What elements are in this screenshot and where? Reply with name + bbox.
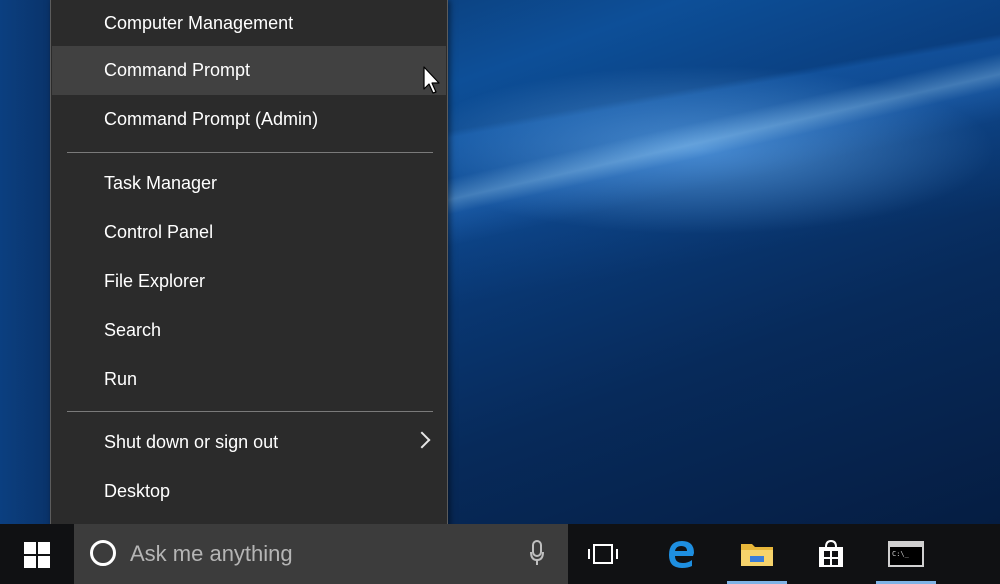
menu-item-label: Command Prompt (Admin) — [104, 109, 319, 129]
edge-icon — [669, 541, 694, 568]
mouse-cursor-icon — [423, 66, 440, 94]
menu-item-label: Search — [104, 320, 162, 340]
command-prompt-button[interactable]: C:\_ — [870, 524, 942, 584]
taskbar: Ask me anything C:\_ — [0, 524, 1000, 584]
menu-separator — [67, 411, 433, 412]
menu-item-command-prompt-admin[interactable]: Command Prompt (Admin) — [52, 95, 446, 144]
windows-logo-icon — [24, 542, 50, 568]
menu-item-label: Command Prompt — [104, 60, 251, 80]
chevron-right-icon — [413, 431, 431, 449]
menu-item-label: Run — [104, 369, 138, 389]
file-explorer-icon — [741, 544, 773, 566]
menu-item-search[interactable]: Search — [52, 306, 446, 355]
task-view-button[interactable] — [567, 524, 639, 584]
desktop-light-beam — [430, 17, 1000, 263]
menu-item-label: Desktop — [104, 481, 171, 501]
edge-button[interactable] — [645, 524, 717, 584]
menu-item-task-manager[interactable]: Task Manager — [52, 159, 446, 208]
file-explorer-button[interactable] — [721, 524, 793, 584]
store-icon — [819, 539, 843, 567]
menu-item-computer-management[interactable]: Computer Management — [52, 0, 446, 48]
menu-item-command-prompt[interactable]: Command Prompt — [52, 46, 446, 95]
search-placeholder: Ask me anything — [130, 541, 293, 566]
menu-item-run[interactable]: Run — [52, 355, 446, 404]
menu-item-label: Computer Management — [104, 13, 294, 33]
menu-item-shut-down-sign-out[interactable]: Shut down or sign out — [52, 418, 446, 467]
menu-item-file-explorer[interactable]: File Explorer — [52, 257, 446, 306]
menu-item-label: Task Manager — [104, 173, 218, 193]
menu-item-label: Control Panel — [104, 222, 214, 242]
svg-text:C:\_: C:\_ — [892, 550, 910, 558]
menu-item-label: File Explorer — [104, 271, 206, 291]
menu-item-control-panel[interactable]: Control Panel — [52, 208, 446, 257]
power-user-menu: Computer Management Command Prompt Comma… — [50, 0, 448, 526]
microphone-icon[interactable] — [530, 540, 544, 566]
menu-separator — [67, 152, 433, 153]
command-prompt-icon: C:\_ — [888, 541, 924, 567]
start-button[interactable] — [0, 524, 74, 584]
menu-item-desktop[interactable]: Desktop — [52, 467, 446, 516]
cortana-icon — [90, 540, 116, 566]
store-button[interactable] — [795, 524, 867, 584]
menu-item-label: Shut down or sign out — [104, 432, 279, 452]
task-view-icon — [588, 544, 618, 564]
search-box[interactable]: Ask me anything — [74, 524, 568, 584]
